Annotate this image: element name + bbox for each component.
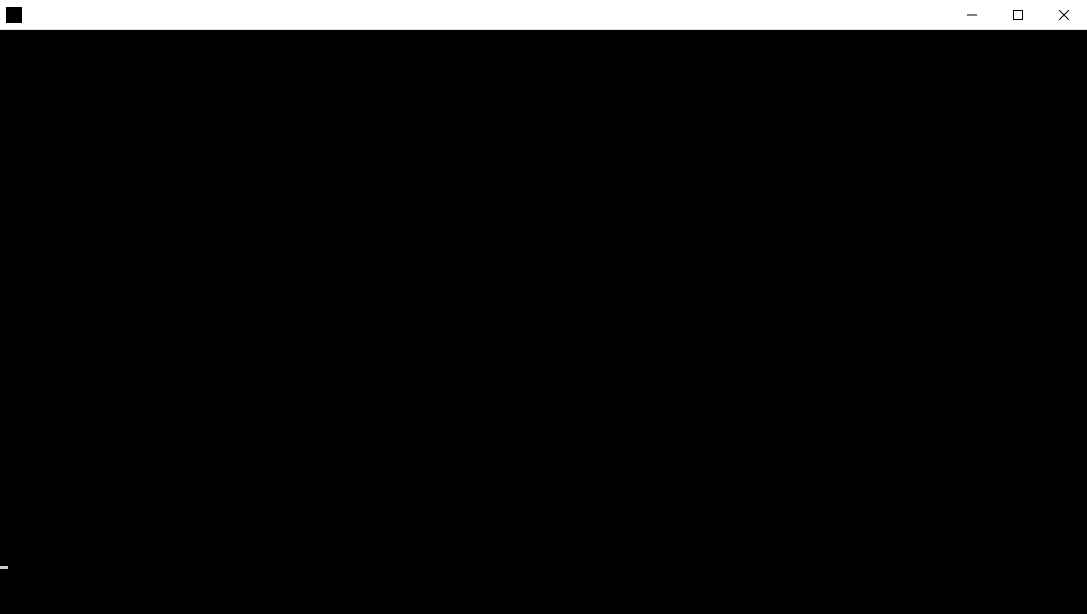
prompt-line-2 xyxy=(0,554,1087,574)
window-controls xyxy=(949,0,1087,29)
blank-line xyxy=(0,114,1087,134)
maximize-button[interactable] xyxy=(995,0,1041,29)
blank-line xyxy=(0,354,1087,374)
cmd-icon xyxy=(6,7,22,23)
blank-line xyxy=(0,214,1087,234)
titlebar xyxy=(0,0,1087,30)
blank-line xyxy=(0,294,1087,314)
cursor xyxy=(0,566,8,569)
minimize-button[interactable] xyxy=(949,0,995,29)
blank-line xyxy=(0,514,1087,534)
terminal-output[interactable] xyxy=(0,30,1087,614)
blank-line xyxy=(0,454,1087,474)
close-button[interactable] xyxy=(1041,0,1087,29)
